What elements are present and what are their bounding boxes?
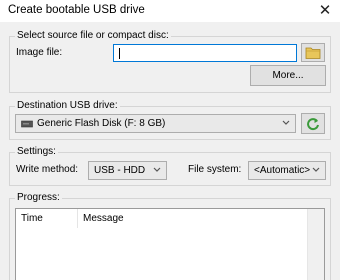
progress-legend: Progress: <box>15 192 62 204</box>
settings-legend: Settings: <box>15 146 58 158</box>
chevron-down-icon <box>282 120 290 125</box>
text-caret <box>119 48 120 59</box>
vertical-scrollbar[interactable] <box>307 209 324 280</box>
usb-drive-value: Generic Flash Disk (F: 8 GB) <box>37 118 166 129</box>
write-method-label: Write method: <box>16 164 79 175</box>
destination-legend: Destination USB drive: <box>15 100 120 112</box>
file-system-label: File system: <box>188 164 242 175</box>
chevron-down-icon <box>312 167 320 172</box>
image-file-input[interactable] <box>113 44 297 62</box>
window-title: Create bootable USB drive <box>8 4 145 16</box>
dialog-body: Select source file or compact disc: Imag… <box>0 22 340 280</box>
more-button-label: More... <box>272 70 304 81</box>
usb-drive-select[interactable]: Generic Flash Disk (F: 8 GB) <box>15 114 296 133</box>
write-method-value: USB - HDD <box>94 165 146 176</box>
usb-drive-icon <box>21 120 33 128</box>
source-legend: Select source file or compact disc: <box>15 30 171 42</box>
close-icon[interactable]: ✕ <box>314 1 336 21</box>
image-file-label: Image file: <box>16 47 63 58</box>
column-header-time[interactable]: Time <box>16 209 78 228</box>
progress-log[interactable]: Time Message <box>15 208 325 280</box>
title-bar: Create bootable USB drive ✕ <box>0 0 340 22</box>
chevron-down-icon <box>153 167 161 172</box>
browse-button[interactable] <box>301 43 325 62</box>
refresh-button[interactable] <box>301 113 325 134</box>
file-system-select[interactable]: <Automatic> <box>248 161 326 180</box>
column-header-message[interactable]: Message <box>78 209 308 228</box>
more-button[interactable]: More... <box>250 65 326 86</box>
refresh-icon <box>307 118 319 131</box>
write-method-select[interactable]: USB - HDD <box>88 161 167 180</box>
folder-icon <box>305 47 321 59</box>
file-system-value: <Automatic> <box>254 165 311 176</box>
